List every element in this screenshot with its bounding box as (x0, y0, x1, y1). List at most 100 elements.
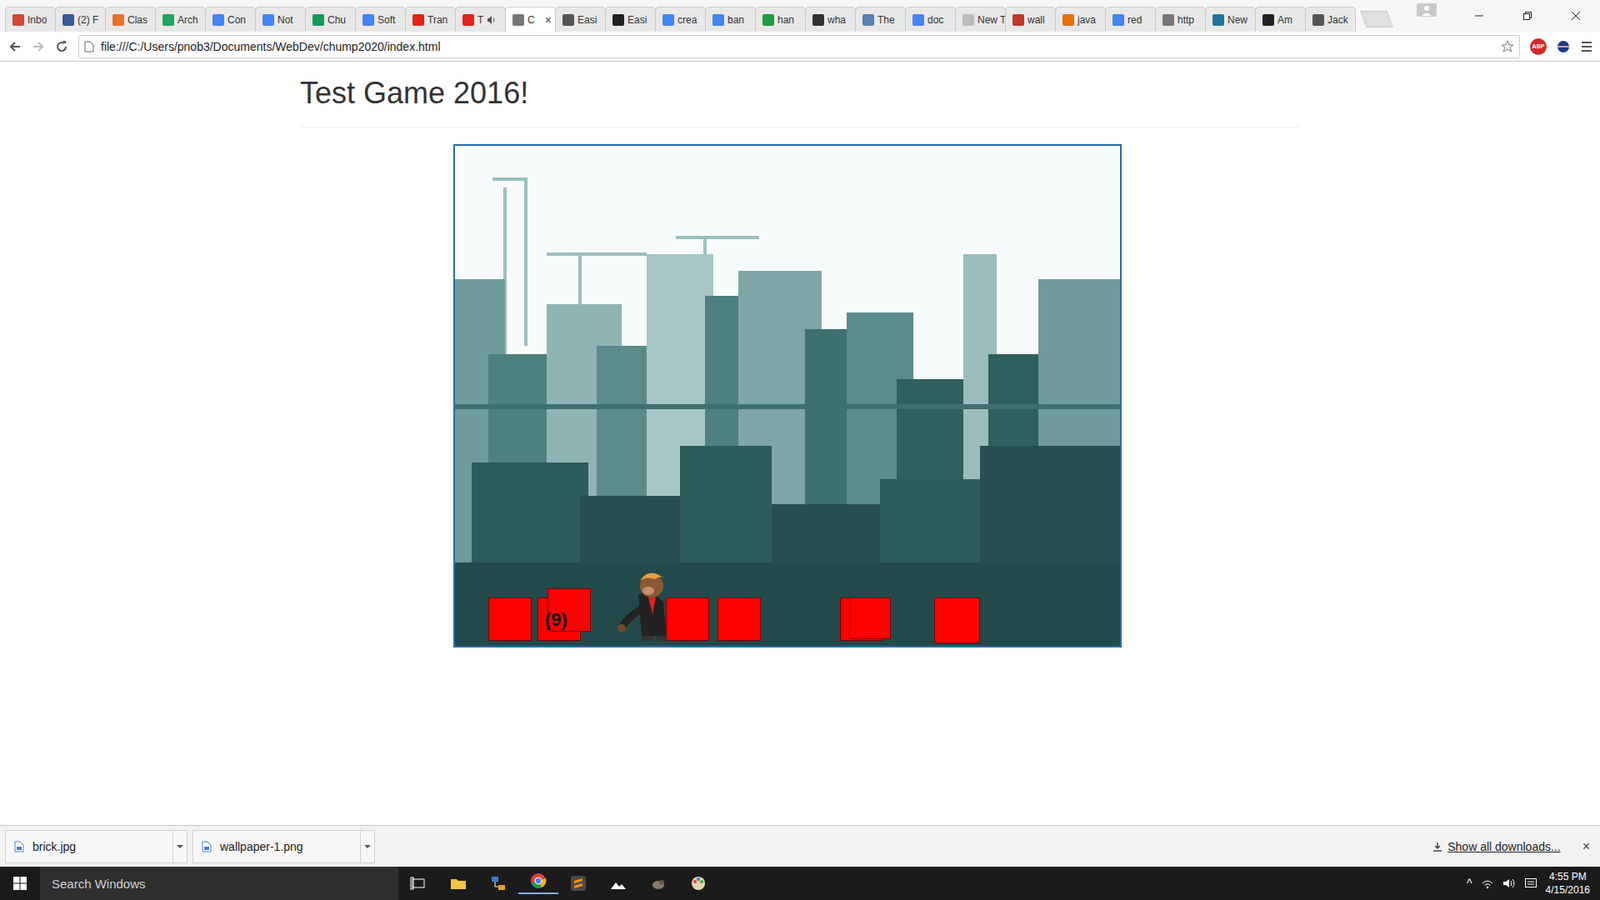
tab-close-button[interactable]: × (545, 13, 552, 27)
paint-icon[interactable] (678, 875, 719, 892)
favicon-icon (312, 14, 325, 26)
download-file[interactable]: brick.jpg (5, 830, 173, 863)
search-placeholder: Search Windows (51, 876, 146, 891)
taskbar-search[interactable]: Search Windows (40, 866, 399, 900)
tab-label: wall (1027, 14, 1045, 26)
browser-tab[interactable]: ban (705, 6, 756, 32)
close-icon[interactable] (1551, 10, 1600, 21)
tab-label: New T (977, 14, 1006, 26)
photos-icon[interactable] (598, 875, 639, 892)
new-tab-button[interactable] (1360, 10, 1393, 28)
reload-icon[interactable] (55, 40, 69, 54)
browser-tab[interactable]: red (1105, 6, 1156, 32)
browser-tab[interactable]: han (755, 6, 806, 32)
favicon-icon (762, 14, 775, 26)
browser-tab[interactable]: Easi (605, 6, 656, 32)
network-app-icon[interactable] (478, 875, 519, 892)
restore-icon[interactable] (1503, 10, 1552, 21)
favicon-icon (1262, 14, 1275, 26)
download-file[interactable]: wallpaper-1.png (193, 830, 360, 863)
favicon-icon (812, 14, 825, 26)
browser-tab[interactable]: Easi (555, 6, 606, 32)
page-container: Test Game 2016! (9) (300, 61, 1300, 648)
tab-label: Easi (577, 14, 597, 26)
sublime-text-icon[interactable] (558, 875, 599, 892)
browser-tab[interactable]: C × (505, 6, 556, 32)
file-icon (201, 840, 212, 853)
favicon-icon (1162, 14, 1175, 26)
favicon-icon (962, 14, 975, 26)
gimp-icon[interactable] (638, 875, 679, 892)
flag-extension-icon[interactable] (1556, 40, 1570, 54)
favicon-icon (212, 14, 225, 26)
browser-tab[interactable]: The (855, 6, 906, 32)
menu-icon[interactable] (1580, 40, 1594, 54)
tab-label: ban (727, 14, 745, 26)
browser-tab[interactable]: Am (1255, 6, 1306, 32)
forward-arrow-icon[interactable] (31, 40, 45, 54)
tab-label: Con (227, 14, 246, 26)
volume-icon[interactable] (1502, 876, 1516, 890)
tab-strip: Inbo (2) F Clas Arch Con Not Chu Soft Tr… (0, 0, 1600, 32)
browser-tab[interactable]: New T (955, 6, 1006, 32)
browser-tab[interactable]: crea (655, 6, 706, 32)
browser-tab[interactable]: Chu (305, 6, 356, 32)
favicon-icon (862, 14, 875, 26)
download-menu-button[interactable] (172, 830, 187, 863)
tab-label: http (1177, 14, 1195, 26)
browser-tab[interactable]: Tran (405, 6, 456, 32)
url-text: file:///C:/Users/pnob3/Documents/WebDev/… (100, 40, 1495, 54)
favicon-icon (712, 14, 725, 26)
minimize-icon[interactable] (1455, 10, 1504, 21)
tab-label: crea (677, 14, 697, 26)
show-hidden-icons-button[interactable]: ^ (1466, 876, 1473, 890)
download-menu-button[interactable] (360, 830, 375, 863)
tab-label: doc (927, 14, 944, 26)
show-all-downloads-link[interactable]: Show all downloads... (1447, 840, 1560, 854)
browser-tab[interactable]: Inbo (5, 6, 56, 32)
browser-tab[interactable]: doc (905, 6, 956, 32)
address-bar[interactable]: file:///C:/Users/pnob3/Documents/WebDev/… (78, 35, 1520, 59)
chevron-down-icon (364, 844, 371, 850)
file-explorer-icon[interactable] (438, 875, 479, 892)
browser-tab[interactable]: http (1155, 6, 1206, 32)
heading-divider (300, 126, 1300, 128)
task-view-icon[interactable] (398, 875, 439, 892)
browser-tab[interactable]: Con (205, 6, 256, 32)
profile-icon[interactable] (1416, 3, 1437, 17)
clock[interactable]: 4:55 PM 4/15/2016 (1545, 870, 1590, 897)
browser-tab[interactable]: wall (1005, 6, 1056, 32)
browser-tab[interactable]: Jack (1305, 6, 1356, 32)
back-arrow-icon[interactable] (8, 40, 22, 54)
browser-tab[interactable]: New (1205, 6, 1256, 32)
start-button[interactable] (0, 866, 40, 900)
cityscape-background (455, 145, 1120, 646)
favicon-icon (612, 14, 625, 26)
downloads-close-button[interactable]: × (1582, 839, 1590, 855)
browser-tab[interactable]: Soft (355, 6, 406, 32)
brick-block (934, 597, 980, 644)
adblock-extension-button[interactable]: ABP (1530, 38, 1547, 55)
browser-tab[interactable]: Arch (155, 6, 206, 32)
browser-tab[interactable]: Not (255, 6, 306, 32)
browser-tab[interactable]: wha (805, 6, 856, 32)
favicon-icon (662, 14, 675, 26)
window-controls (1416, 0, 1600, 32)
browser-tab[interactable]: java (1055, 6, 1106, 32)
browser-tab[interactable]: Clas (105, 6, 156, 32)
game-canvas[interactable]: (9) (453, 144, 1122, 648)
taskbar: Search Windows ^ 4:55 PM 4/15/2016 (0, 866, 1600, 900)
chrome-icon[interactable] (518, 872, 559, 895)
favicon-icon (162, 14, 175, 26)
tab-label: java (1077, 14, 1096, 26)
action-center-icon[interactable] (1524, 876, 1538, 890)
tab-label: red (1127, 14, 1142, 26)
download-item[interactable]: brick.jpg (5, 830, 188, 864)
browser-tab[interactable]: T (455, 6, 506, 32)
download-item[interactable]: wallpaper-1.png (192, 830, 375, 864)
tab-label: han (777, 14, 795, 26)
favicon-icon (562, 14, 575, 26)
browser-tab[interactable]: (2) F (55, 6, 106, 32)
star-icon[interactable] (1500, 40, 1515, 54)
wifi-icon[interactable] (1480, 876, 1495, 890)
